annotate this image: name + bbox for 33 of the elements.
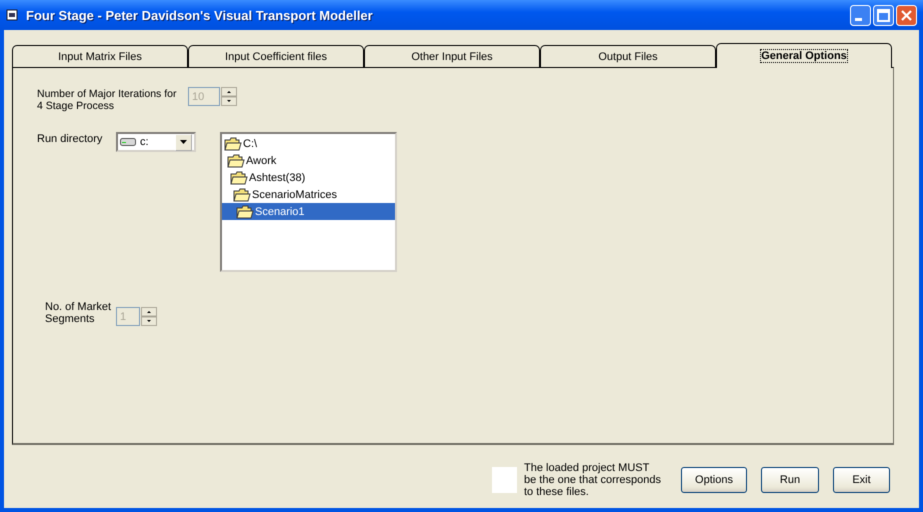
window-title: Four Stage - Peter Davidson's Visual Transport Modeller xyxy=(26,8,373,22)
folder-icon xyxy=(227,154,245,168)
status-indicator xyxy=(492,467,517,493)
close-icon[interactable] xyxy=(896,4,917,26)
run-button[interactable]: Run xyxy=(761,467,819,493)
maximize-icon[interactable] xyxy=(873,4,894,26)
drive-dropdown[interactable]: c: xyxy=(116,132,196,152)
field-label: Number of Major Iterations for 4 Stage Process xyxy=(37,88,178,112)
folder-item[interactable]: Ashtest(38) xyxy=(222,169,395,186)
app-icon xyxy=(6,9,18,21)
folder-icon xyxy=(230,170,248,184)
tab[interactable]: Output Files xyxy=(540,45,716,67)
folder-item[interactable]: Scenario1 xyxy=(222,203,395,220)
tab[interactable]: Other Input Files xyxy=(364,45,540,67)
field-label: Run directory xyxy=(37,133,104,145)
spinner-arrows[interactable] xyxy=(141,307,157,326)
folder-item[interactable]: Awork xyxy=(222,152,395,169)
folder-icon xyxy=(236,204,254,218)
folder-item[interactable]: ScenarioMatrices xyxy=(222,186,395,203)
spinner-arrows[interactable] xyxy=(221,87,237,106)
tab[interactable]: Input Coefficient files xyxy=(188,45,364,67)
field-label: No. of Market Segments xyxy=(45,301,112,325)
drive-icon xyxy=(120,137,136,147)
project-note: The loaded project MUST be the one that corresponds to these files. xyxy=(524,462,662,498)
folder-icon xyxy=(224,136,242,150)
dropdown-arrow-icon xyxy=(180,140,187,144)
folder-icon xyxy=(233,188,251,202)
options-button[interactable]: Options xyxy=(681,467,747,493)
exit-button[interactable]: Exit xyxy=(833,467,890,493)
tab[interactable]: Input Matrix Files xyxy=(12,45,188,67)
tab[interactable]: General Options xyxy=(716,43,892,68)
minimize-icon[interactable] xyxy=(850,4,871,26)
folder-item[interactable]: C:\ xyxy=(222,135,395,152)
